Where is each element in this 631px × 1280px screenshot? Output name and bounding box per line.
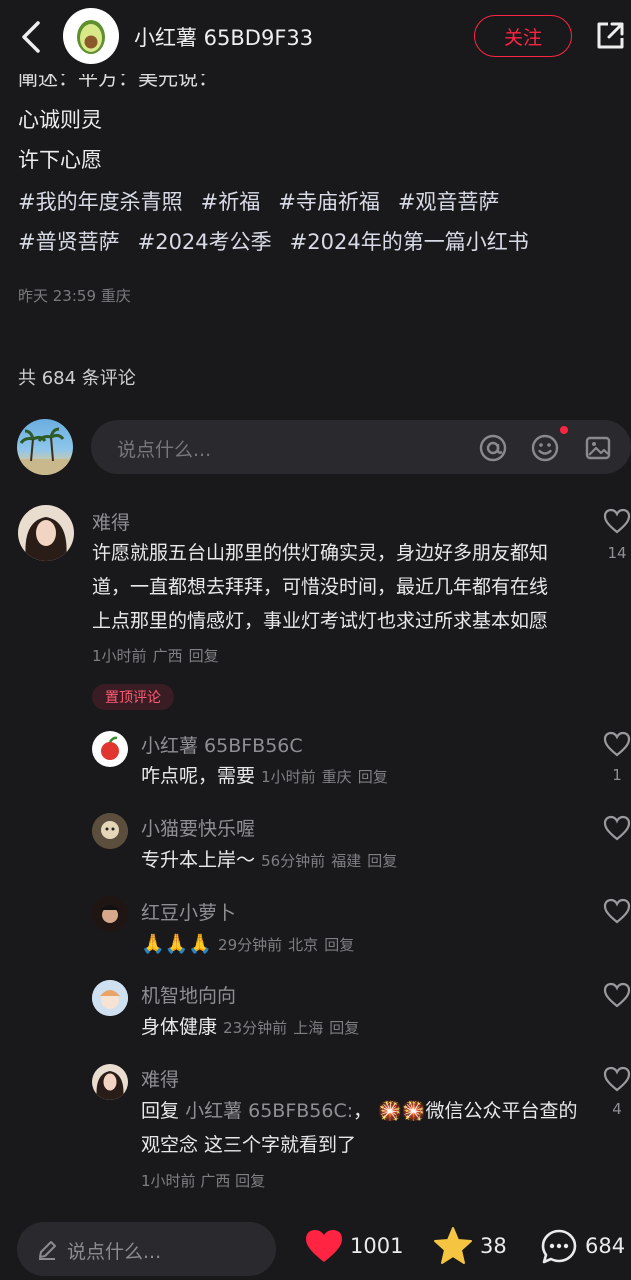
- avocado-icon: [77, 20, 105, 54]
- commenter-avatar[interactable]: [92, 896, 128, 932]
- comment-location: 福建: [331, 852, 362, 870]
- hashtag[interactable]: #寺庙祈福: [278, 190, 380, 214]
- commenter-name[interactable]: 小猫要快乐喔: [141, 814, 255, 841]
- comment-location: 重庆: [321, 768, 352, 786]
- pinned-badge: 置顶评论: [92, 684, 174, 710]
- pencil-icon: [39, 1241, 56, 1260]
- reply-target-name[interactable]: 小红薯 65BFB56C:: [185, 1100, 353, 1122]
- cartoon-avatar-icon: [92, 980, 128, 1016]
- comment-total: 684: [585, 1234, 626, 1258]
- comment-input-placeholder: 说点什么...: [117, 439, 212, 461]
- commenter-name[interactable]: 难得: [141, 1065, 179, 1092]
- reply-button[interactable]: 回复: [235, 1172, 265, 1190]
- comment-count: 共 684 条评论: [18, 368, 136, 389]
- commenter-name[interactable]: 难得: [92, 508, 130, 535]
- heart-icon[interactable]: [603, 508, 631, 534]
- comment-time: 1小时前: [261, 768, 316, 786]
- portrait-icon: [92, 813, 128, 849]
- comment-text: 咋点呢，需要 1小时前 重庆 回复: [141, 759, 581, 794]
- reply-button[interactable]: 回复: [358, 768, 388, 786]
- comment-bubble-icon[interactable]: [540, 1228, 578, 1266]
- commenter-avatar[interactable]: [92, 1064, 128, 1100]
- reply-button[interactable]: 回复: [324, 936, 354, 954]
- comment-location: 上海: [293, 1019, 324, 1037]
- hashtag[interactable]: #我的年度杀青照: [18, 190, 183, 214]
- comment-text: 身体健康 23分钟前 上海 回复: [141, 1010, 581, 1045]
- like-count: 1: [612, 766, 622, 784]
- hashtag[interactable]: #2024年的第一篇小红书: [290, 230, 529, 254]
- comment-text: 专升本上岸～ 56分钟前 福建 回复: [141, 843, 581, 878]
- emoji-icon[interactable]: [530, 433, 560, 463]
- heart-icon[interactable]: [603, 1066, 631, 1092]
- comment-body: 🙏🙏🙏: [141, 933, 212, 955]
- reply-button[interactable]: 回复: [189, 647, 219, 665]
- portrait-icon: [92, 1064, 128, 1100]
- comment-body: 专升本上岸～: [141, 849, 256, 871]
- notification-dot: [560, 426, 568, 434]
- reply-button[interactable]: 回复: [367, 852, 397, 870]
- star-total: 38: [480, 1234, 507, 1258]
- comment-time: 1小时前: [92, 647, 147, 665]
- share-icon[interactable]: [594, 20, 626, 52]
- post-text-line: 心诚则灵: [18, 108, 102, 132]
- commenter-avatar[interactable]: [92, 813, 128, 849]
- comment-body: 身体健康: [141, 1016, 218, 1038]
- comment-body: 许愿就服五台山那里的供灯确实灵，身边好多朋友都知道，一直都想去拜拜，可惜没时间，…: [92, 542, 549, 632]
- comment-time: 23分钟前: [223, 1019, 288, 1037]
- palm-tree-icon: [17, 427, 73, 475]
- my-avatar: [17, 419, 73, 475]
- reply-button[interactable]: 回复: [329, 1019, 359, 1037]
- author-avatar[interactable]: [63, 8, 119, 64]
- hashtag[interactable]: #普贤菩萨: [18, 230, 120, 254]
- like-count: 14: [607, 544, 627, 562]
- comment-body: ，: [353, 1100, 373, 1122]
- comment-location: 广西: [152, 647, 183, 665]
- comment-meta-row: 1小时前 广西 回复: [141, 1170, 265, 1191]
- heart-filled-icon[interactable]: [304, 1228, 344, 1264]
- follow-button[interactable]: 关注: [474, 15, 572, 57]
- commenter-avatar[interactable]: [92, 731, 128, 767]
- bottom-input-placeholder: 说点什么...: [67, 1241, 162, 1263]
- commenter-avatar[interactable]: [18, 505, 74, 561]
- comment-location: 北京: [288, 936, 319, 954]
- comment-time: 1小时前: [141, 1172, 196, 1190]
- hashtag[interactable]: #祈福: [201, 190, 261, 214]
- comment-text: 🙏🙏🙏 29分钟前 北京 回复: [141, 927, 581, 962]
- comment-input[interactable]: 说点什么...: [91, 420, 631, 474]
- heart-icon[interactable]: [603, 731, 631, 757]
- heart-icon[interactable]: [603, 815, 631, 841]
- bottom-comment-input[interactable]: 说点什么...: [17, 1222, 276, 1276]
- portrait-icon: [18, 505, 74, 561]
- commenter-name[interactable]: 小红薯 65BFB56C: [141, 731, 303, 758]
- apple-icon: [101, 736, 119, 760]
- reply-prefix: 回复: [141, 1100, 180, 1122]
- post-meta: 昨天 23:59 重庆: [18, 287, 131, 305]
- comment-text: 许愿就服五台山那里的供灯确实灵，身边好多朋友都知道，一直都想去拜拜，可惜没时间，…: [92, 536, 562, 673]
- comment-text: 回复 小红薯 65BFB56C:， 🎇🎇微信公众平台查的 观空念 这三个字就看到…: [141, 1094, 581, 1162]
- like-total: 1001: [350, 1234, 404, 1258]
- heart-icon[interactable]: [603, 898, 631, 924]
- hashtag-list: #我的年度杀青照 #祈福 #寺庙祈福 #观音菩萨 #普贤菩萨 #2024考公季 #2024…: [18, 182, 624, 262]
- comment-time: 56分钟前: [261, 852, 326, 870]
- top-bar: 小红薯 65BD9F33 关注: [0, 0, 631, 74]
- hashtag[interactable]: #2024考公季: [138, 230, 272, 254]
- author-name[interactable]: 小红薯 65BD9F33: [134, 22, 313, 52]
- commenter-name[interactable]: 红豆小萝卜: [141, 898, 236, 925]
- mention-icon[interactable]: [478, 433, 508, 463]
- back-arrow-icon[interactable]: [16, 18, 46, 56]
- star-filled-icon[interactable]: [433, 1226, 473, 1266]
- portrait-icon: [92, 896, 128, 932]
- post-text-line: 许下心愿: [18, 148, 102, 172]
- like-count: 4: [612, 1100, 622, 1118]
- comment-location: 广西: [200, 1172, 231, 1190]
- comment-body: 咋点呢，需要: [141, 765, 256, 787]
- bottom-action-bar: 说点什么... 1001 38 684: [0, 1210, 631, 1280]
- comment-time: 29分钟前: [218, 936, 283, 954]
- image-icon[interactable]: [583, 433, 613, 463]
- firework-emoji: 🎇🎇: [378, 1100, 426, 1122]
- heart-icon[interactable]: [603, 982, 631, 1008]
- hashtag[interactable]: #观音菩萨: [398, 190, 500, 214]
- commenter-name[interactable]: 机智地向向: [141, 981, 236, 1008]
- commenter-avatar[interactable]: [92, 980, 128, 1016]
